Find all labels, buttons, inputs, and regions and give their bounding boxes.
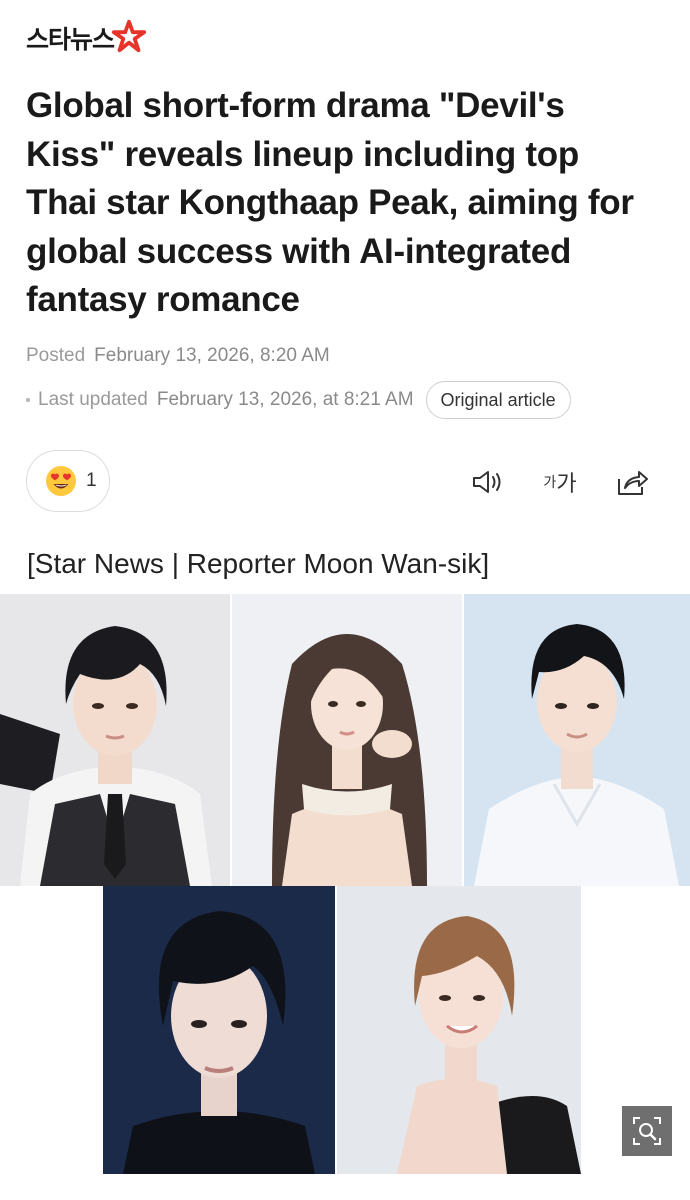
logo-text: 스타뉴스 [26, 25, 115, 54]
posted-label: Posted [26, 345, 86, 366]
posted-date: February 13, 2026, 8:20 AM [94, 345, 330, 366]
font-size-button[interactable]: 가 가 [538, 462, 582, 502]
bullet-dot [26, 398, 30, 402]
image-zoom-button[interactable] [622, 1106, 672, 1156]
posted-meta: Posted February 13, 2026, 8:20 AM [26, 345, 330, 367]
font-size-small-glyph: 가 [543, 475, 557, 491]
font-size-big-glyph: 가 [556, 472, 577, 497]
star-news-logo[interactable]: 스타뉴스 [26, 18, 148, 58]
reaction-button[interactable]: 1 [26, 450, 110, 512]
listen-button[interactable] [468, 462, 508, 502]
heart-eyes-emoji-icon [46, 466, 76, 496]
updated-label: Last updated [38, 389, 148, 410]
updated-meta: Last updated February 13, 2026, at 8:21 … [26, 380, 571, 420]
article-headline: Global short-form drama "Devil's Kiss" r… [26, 86, 634, 319]
article-byline: [Star News | Reporter Moon Wan-sik] [27, 548, 490, 579]
photo-actor-3 [103, 886, 335, 1174]
original-article-button[interactable]: Original article [425, 381, 571, 419]
share-button[interactable] [612, 462, 652, 502]
reaction-count: 1 [86, 470, 97, 491]
photo-actor-2 [464, 594, 690, 886]
updated-date: February 13, 2026, at 8:21 AM [156, 389, 414, 410]
photo-actress-1 [232, 594, 462, 886]
share-icon [618, 471, 648, 495]
zoom-search-icon [633, 1117, 661, 1145]
logo-star-icon [111, 19, 147, 53]
photo-actor-1 [0, 594, 230, 886]
speaker-icon [473, 471, 501, 493]
photo-actress-2 [337, 886, 581, 1174]
